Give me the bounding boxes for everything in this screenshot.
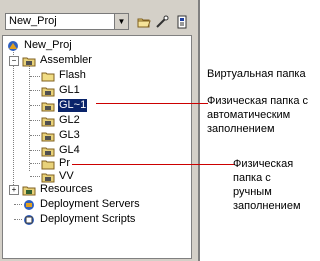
annotation-virtual-folder: Виртуальная папка: [207, 68, 306, 80]
project-tree[interactable]: New_Proj − Assembler Flash GL1 GL~1 GL2 …: [2, 35, 192, 259]
tree-item-label: GL~1: [58, 99, 88, 112]
tree-connector: [30, 176, 40, 177]
tree-item-label: Flash: [59, 69, 86, 81]
tree-node-assembler[interactable]: Assembler: [22, 54, 93, 67]
properties-icon[interactable]: [174, 14, 190, 30]
package-folder-icon: [41, 100, 55, 112]
annotation-physical-manual: Физическая папка с ручным заполнением: [233, 157, 320, 213]
tree-connector: [30, 76, 40, 77]
annotation-line: заполнением: [207, 123, 275, 135]
tree-item-gl4[interactable]: GL4: [41, 144, 81, 157]
tree-resources-label: Resources: [40, 183, 93, 195]
project-select-value: New_Proj: [9, 15, 57, 27]
tree-node-deployment-scripts[interactable]: Deployment Scripts: [22, 213, 136, 226]
tree-item-vv[interactable]: VV: [41, 170, 75, 183]
leader-line-auto: [96, 103, 208, 104]
package-folder-icon: [41, 85, 55, 97]
tree-connector: [29, 65, 30, 171]
collapse-icon[interactable]: −: [9, 56, 19, 66]
tree-deployment-scripts-label: Deployment Scripts: [40, 213, 136, 225]
annotation-physical-auto: Физическая папка с автоматическим заполн…: [207, 94, 308, 136]
annotation-line: Физическая папка с: [233, 158, 294, 184]
tree-item-label: GL1: [59, 84, 80, 96]
resources-folder-icon: [22, 184, 36, 196]
tree-item-label: GL3: [59, 129, 80, 141]
tree-connector: [30, 120, 40, 121]
tree-connector: [14, 219, 22, 220]
tree-item-label: VV: [59, 170, 74, 182]
tree-item-label: GL4: [59, 144, 80, 156]
tree-deployment-servers-label: Deployment Servers: [40, 198, 140, 210]
chevron-down-icon[interactable]: ▼: [114, 14, 128, 29]
package-folder-icon: [41, 171, 55, 183]
tree-connector: [30, 90, 40, 91]
folder-icon: [41, 158, 55, 170]
tree-connector: [13, 49, 14, 189]
tree-item-pr[interactable]: Pr: [41, 157, 71, 170]
tree-connector: [14, 204, 22, 205]
tree-item-gl2[interactable]: GL2: [41, 114, 81, 127]
package-folder-icon: [22, 55, 36, 67]
open-folder-icon[interactable]: [136, 14, 152, 30]
tree-node-resources[interactable]: Resources: [22, 183, 94, 196]
tree-connector: [30, 150, 40, 151]
tree-connector: [30, 135, 40, 136]
annotation-line: автоматическим: [207, 109, 291, 121]
annotation-line: ручным заполнением: [233, 186, 301, 212]
annotation-line: Физическая папка с: [207, 95, 308, 107]
folder-icon: [41, 70, 55, 82]
leader-line-manual: [72, 164, 235, 165]
tree-item-gl3[interactable]: GL3: [41, 129, 81, 142]
tree-item-label: Pr: [59, 157, 70, 169]
project-icon: [6, 40, 20, 52]
wand-icon[interactable]: [154, 14, 170, 30]
package-folder-icon: [41, 145, 55, 157]
tree-item-gl-1-selected[interactable]: GL~1: [41, 99, 88, 112]
tree-item-flash[interactable]: Flash: [41, 69, 87, 82]
server-icon: [22, 199, 36, 211]
tree-node-deployment-servers[interactable]: Deployment Servers: [22, 198, 141, 211]
panel-border: [198, 0, 200, 261]
tree-assembler-label: Assembler: [40, 54, 92, 66]
script-icon: [22, 214, 36, 226]
package-folder-icon: [41, 130, 55, 142]
tree-connector: [30, 105, 40, 106]
expand-icon[interactable]: +: [9, 185, 19, 195]
tree-item-gl1[interactable]: GL1: [41, 84, 81, 97]
project-explorer-panel: New_Proj ▼ New_Proj − Assembler Flash GL…: [0, 0, 200, 261]
package-folder-icon: [41, 115, 55, 127]
tree-node-root[interactable]: New_Proj: [6, 39, 73, 52]
tree-item-label: GL2: [59, 114, 80, 126]
tree-root-label: New_Proj: [24, 39, 72, 51]
tree-connector: [30, 163, 40, 164]
project-select[interactable]: New_Proj ▼: [5, 13, 129, 30]
